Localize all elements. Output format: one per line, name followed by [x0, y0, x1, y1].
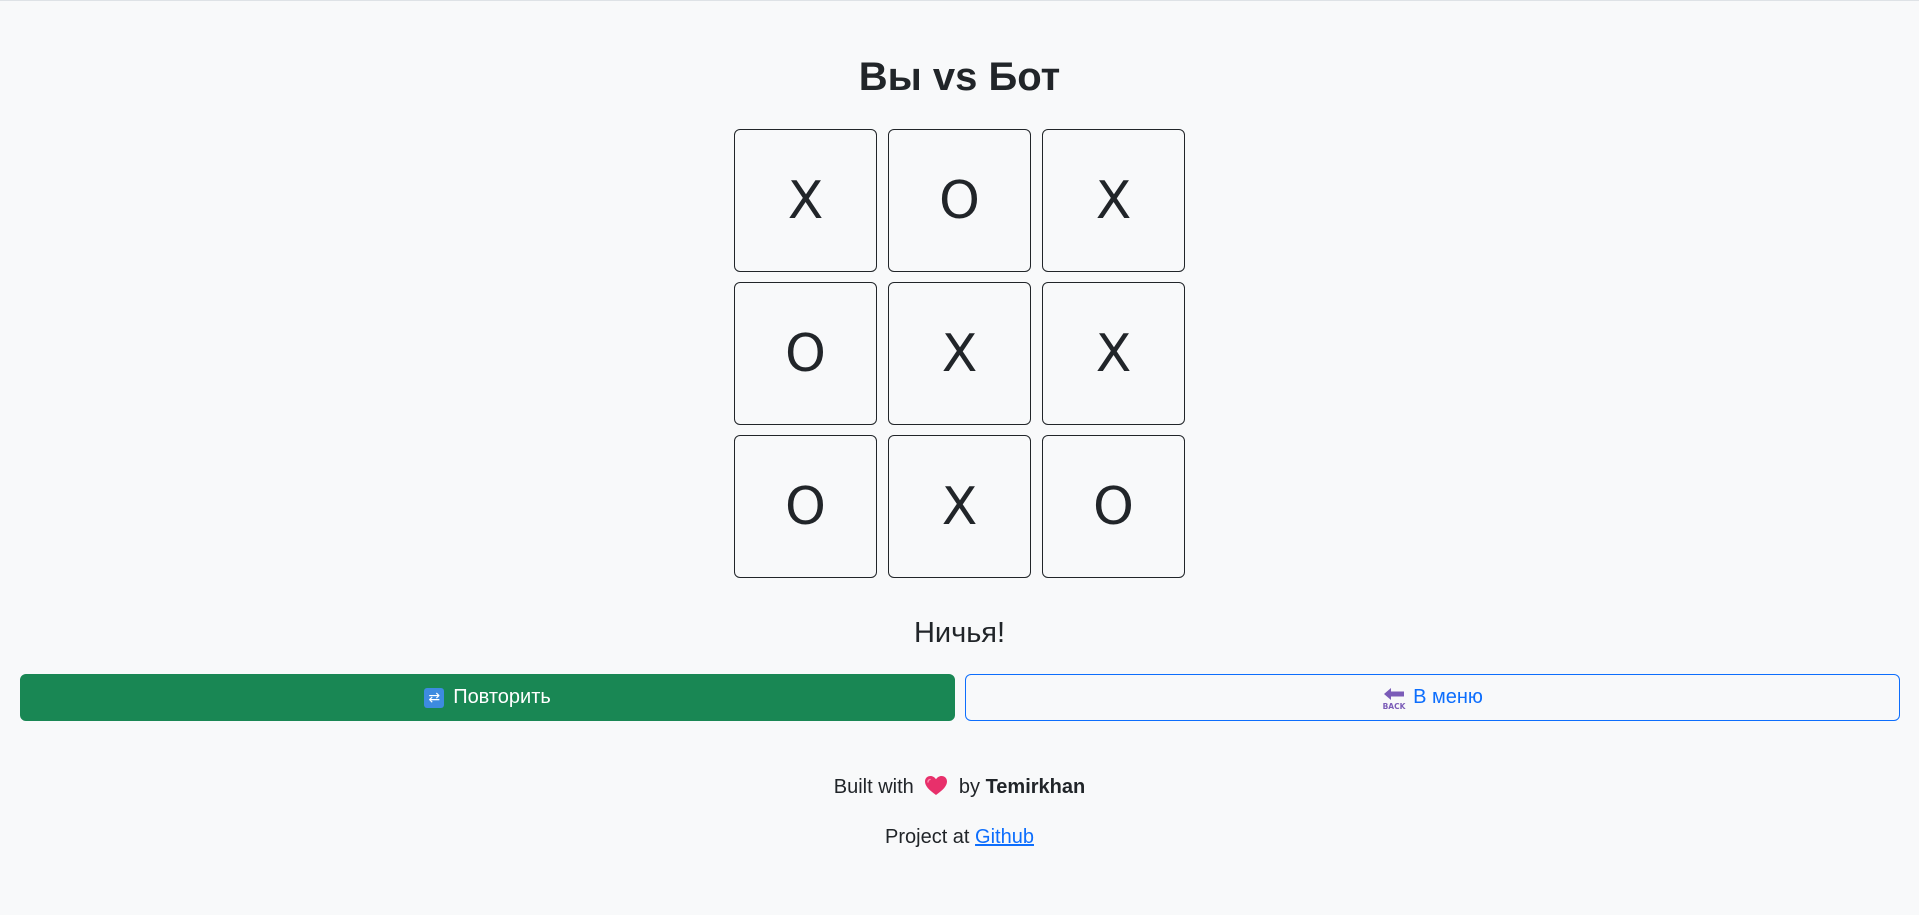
- board-cell[interactable]: X: [1042, 129, 1185, 272]
- board-cell[interactable]: X: [1042, 282, 1185, 425]
- footer-built-with: Built with by Temirkhan: [0, 774, 1919, 800]
- board-cell[interactable]: X: [888, 435, 1031, 578]
- game-board: X O X O X X O X O: [734, 129, 1186, 578]
- board-cell[interactable]: O: [888, 129, 1031, 272]
- menu-button[interactable]: BACK В меню: [965, 674, 1900, 721]
- menu-button-label: В меню: [1413, 686, 1483, 708]
- svg-text:BACK: BACK: [1383, 702, 1406, 710]
- author-name: Temirkhan: [985, 776, 1086, 798]
- page-title: Вы vs Бот: [858, 55, 1061, 99]
- retry-button[interactable]: ⇄ Повторить: [20, 674, 955, 721]
- board-cell[interactable]: X: [888, 282, 1031, 425]
- board-cell[interactable]: O: [734, 282, 877, 425]
- heart-icon: [925, 776, 948, 796]
- board-cell[interactable]: O: [734, 435, 877, 578]
- footer-built-prefix: Built with: [833, 776, 914, 798]
- board-cell[interactable]: O: [1042, 435, 1185, 578]
- game-status: Ничья!: [913, 617, 1006, 649]
- back-arrow-icon: BACK: [1382, 686, 1407, 711]
- repeat-icon: ⇄: [424, 687, 445, 708]
- footer-project-prefix: Project at: [885, 826, 970, 848]
- github-link[interactable]: Github: [975, 826, 1034, 848]
- board-cell[interactable]: X: [734, 129, 877, 272]
- footer-by: by: [958, 776, 981, 798]
- footer-project: Project at Github: [0, 824, 1919, 850]
- retry-button-label: Повторить: [453, 686, 551, 708]
